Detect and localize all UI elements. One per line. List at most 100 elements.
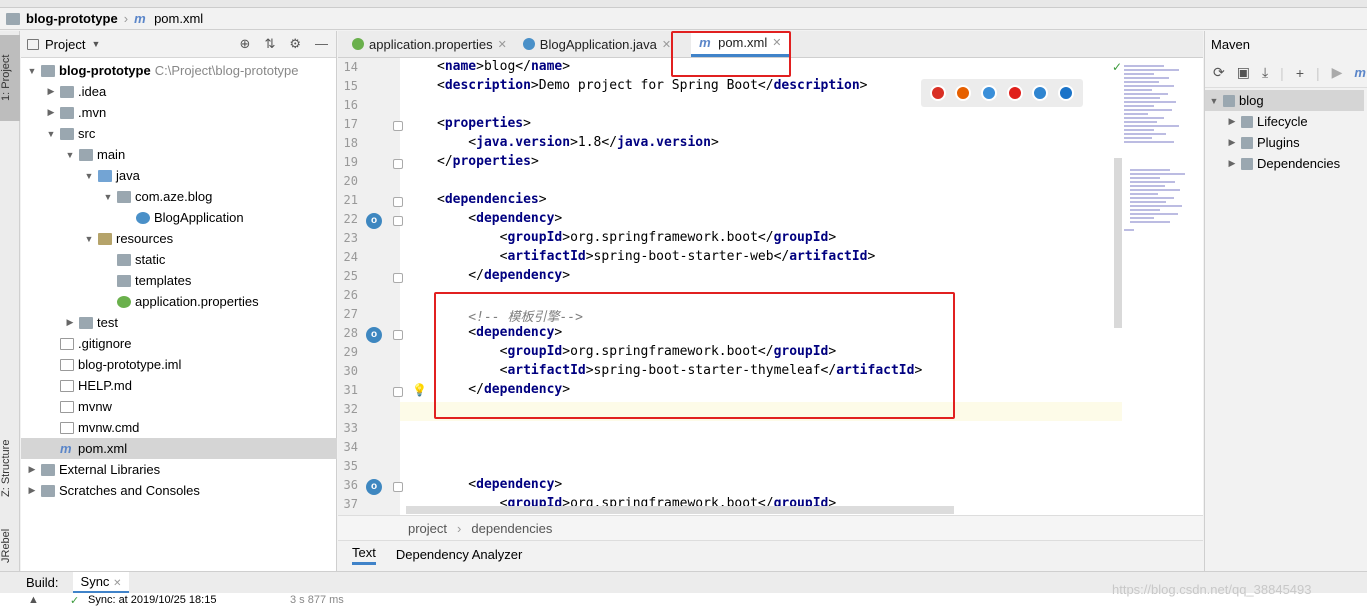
- firefox-icon[interactable]: [955, 85, 972, 101]
- chevron-right-icon[interactable]: ▶: [65, 317, 75, 328]
- project-panel-title[interactable]: Project: [45, 37, 85, 52]
- crumb-dependencies[interactable]: dependencies: [471, 521, 552, 536]
- vertical-scrollbar[interactable]: [1114, 158, 1122, 328]
- add-folder-icon[interactable]: ▣: [1237, 64, 1250, 81]
- add-icon[interactable]: +: [1296, 65, 1304, 81]
- maven-tree-item[interactable]: ▶ Dependencies: [1227, 153, 1341, 174]
- project-tree-item[interactable]: mvnw.cmd: [46, 417, 139, 438]
- project-tree-item[interactable]: HELP.md: [46, 375, 132, 396]
- ie-icon[interactable]: [1032, 85, 1049, 101]
- chevron-down-icon[interactable]: ▼: [65, 150, 75, 160]
- project-tree-item[interactable]: .gitignore: [46, 333, 131, 354]
- tab-dependency-analyzer[interactable]: Dependency Analyzer: [396, 547, 522, 562]
- project-tree-item[interactable]: application.properties: [103, 291, 259, 312]
- gear-icon[interactable]: ⚙: [289, 36, 301, 52]
- maven-dependency-gutter-icon[interactable]: o: [366, 327, 382, 343]
- collapse-all-icon[interactable]: ⇅: [264, 36, 275, 52]
- project-tree-item-label: .idea: [78, 84, 107, 99]
- project-tree-item[interactable]: ▶ .mvn: [46, 102, 107, 123]
- chevron-down-icon[interactable]: ▼: [46, 129, 56, 139]
- chevron-right-icon[interactable]: ▶: [27, 464, 37, 475]
- fold-marker-icon[interactable]: [393, 159, 403, 169]
- maven-dependency-gutter-icon[interactable]: o: [366, 479, 382, 495]
- tab-text[interactable]: Text: [352, 545, 376, 565]
- safari-icon[interactable]: [981, 85, 998, 101]
- chevron-right-icon[interactable]: ▶: [46, 107, 56, 118]
- tab-jrebel-tool[interactable]: JRebel: [0, 521, 20, 571]
- spring-class-icon: [522, 38, 535, 50]
- download-icon[interactable]: ⤓: [1262, 64, 1268, 81]
- edge-icon[interactable]: [1058, 85, 1075, 101]
- chevron-down-icon[interactable]: ▼: [27, 66, 37, 76]
- window-top-strip: [0, 0, 1367, 8]
- pin-icon[interactable]: ▲: [28, 594, 39, 606]
- code-minimap[interactable]: ✓: [1112, 58, 1203, 515]
- line-number: 22: [343, 212, 358, 226]
- chevron-down-icon[interactable]: ▼: [91, 39, 100, 49]
- folder-icon: [41, 64, 55, 77]
- nav-file[interactable]: pom.xml: [154, 11, 203, 26]
- tab-application-properties[interactable]: application.properties ✕: [344, 31, 515, 57]
- close-icon[interactable]: ✕: [113, 578, 121, 589]
- line-number: 31: [343, 383, 358, 397]
- chevron-right-icon[interactable]: ▶: [1227, 137, 1237, 148]
- project-tree-item[interactable]: ▼ com.aze.blog: [103, 186, 213, 207]
- fold-marker-icon[interactable]: [393, 197, 403, 207]
- project-tree-item[interactable]: ▶ Scratches and Consoles: [27, 480, 200, 501]
- close-icon[interactable]: ✕: [662, 38, 671, 51]
- fold-marker-icon[interactable]: [393, 387, 403, 397]
- project-tree-item[interactable]: mvnw: [46, 396, 112, 417]
- project-tree-item[interactable]: ▼ java: [84, 165, 140, 186]
- project-tree-item[interactable]: ▶ .idea: [46, 81, 107, 102]
- project-tree-item[interactable]: ▼ main: [65, 144, 126, 165]
- maven-tree-item[interactable]: ▶ Lifecycle: [1227, 111, 1308, 132]
- tab-blogapplication-java[interactable]: BlogApplication.java ✕: [515, 31, 679, 57]
- maven-panel-title[interactable]: Maven: [1211, 37, 1250, 52]
- crumb-project[interactable]: project: [408, 521, 447, 536]
- minimize-icon[interactable]: —: [315, 36, 328, 52]
- project-tree-item[interactable]: ▼ blog-prototype C:\Project\blog-prototype: [27, 60, 299, 81]
- project-tree-item[interactable]: ▼ src: [46, 123, 96, 144]
- code-editor[interactable]: 14 15 16 17 18 19 20 21 22 o 23 24 25 26 27 28 o 29 30 31 32…: [338, 58, 1203, 515]
- project-tree-item[interactable]: m pom.xml: [21, 438, 337, 459]
- project-tree-item[interactable]: ▼ resources: [84, 228, 174, 249]
- opera-icon[interactable]: [1006, 85, 1023, 101]
- close-icon[interactable]: ✕: [498, 38, 507, 51]
- chevron-right-icon[interactable]: ▶: [46, 86, 56, 97]
- fold-marker-icon[interactable]: [393, 216, 403, 226]
- project-tree-item[interactable]: BlogApplication: [122, 207, 244, 228]
- tab-project-tool[interactable]: 1: Project: [0, 35, 20, 121]
- project-tree-item[interactable]: static: [103, 249, 165, 270]
- maven-tree-item[interactable]: ▶ Plugins: [1227, 132, 1300, 153]
- run-icon[interactable]: ▶: [1332, 64, 1343, 81]
- fold-marker-icon[interactable]: [393, 482, 403, 492]
- lightbulb-icon[interactable]: 💡: [412, 383, 427, 397]
- chevron-right-icon[interactable]: ▶: [1227, 116, 1237, 127]
- sync-status-line[interactable]: Sync: at 2019/10/25 18:15: [88, 594, 216, 606]
- project-tree-item[interactable]: ▶ test: [65, 312, 118, 333]
- locate-icon[interactable]: ⊕: [240, 36, 251, 52]
- chevron-down-icon[interactable]: ▼: [84, 234, 94, 244]
- maven-dependency-gutter-icon[interactable]: o: [366, 213, 382, 229]
- maven-tree-item[interactable]: ▼ blog: [1205, 90, 1364, 111]
- fold-marker-icon[interactable]: [393, 121, 403, 131]
- line-number: 17: [343, 117, 358, 131]
- tab-label: BlogApplication.java: [539, 36, 657, 52]
- tab-sync[interactable]: Sync ✕: [72, 572, 130, 593]
- fold-marker-icon[interactable]: [393, 330, 403, 340]
- horizontal-scrollbar[interactable]: [406, 506, 954, 514]
- fold-marker-icon[interactable]: [393, 273, 403, 283]
- project-tree-item[interactable]: blog-prototype.iml: [46, 354, 181, 375]
- reload-icon[interactable]: ⟳: [1213, 64, 1225, 81]
- tab-structure-tool[interactable]: Z: Structure: [0, 426, 20, 510]
- maven-m-icon[interactable]: m: [1354, 65, 1367, 80]
- chevron-right-icon[interactable]: ▶: [27, 485, 37, 496]
- chrome-icon[interactable]: [929, 85, 946, 101]
- chevron-down-icon[interactable]: ▼: [103, 192, 113, 202]
- chevron-down-icon[interactable]: ▼: [1209, 96, 1219, 106]
- project-tree-item[interactable]: templates: [103, 270, 191, 291]
- project-tree-item[interactable]: ▶ External Libraries: [27, 459, 161, 480]
- chevron-right-icon[interactable]: ▶: [1227, 158, 1237, 169]
- chevron-down-icon[interactable]: ▼: [84, 171, 94, 181]
- nav-project[interactable]: blog-prototype: [26, 11, 118, 26]
